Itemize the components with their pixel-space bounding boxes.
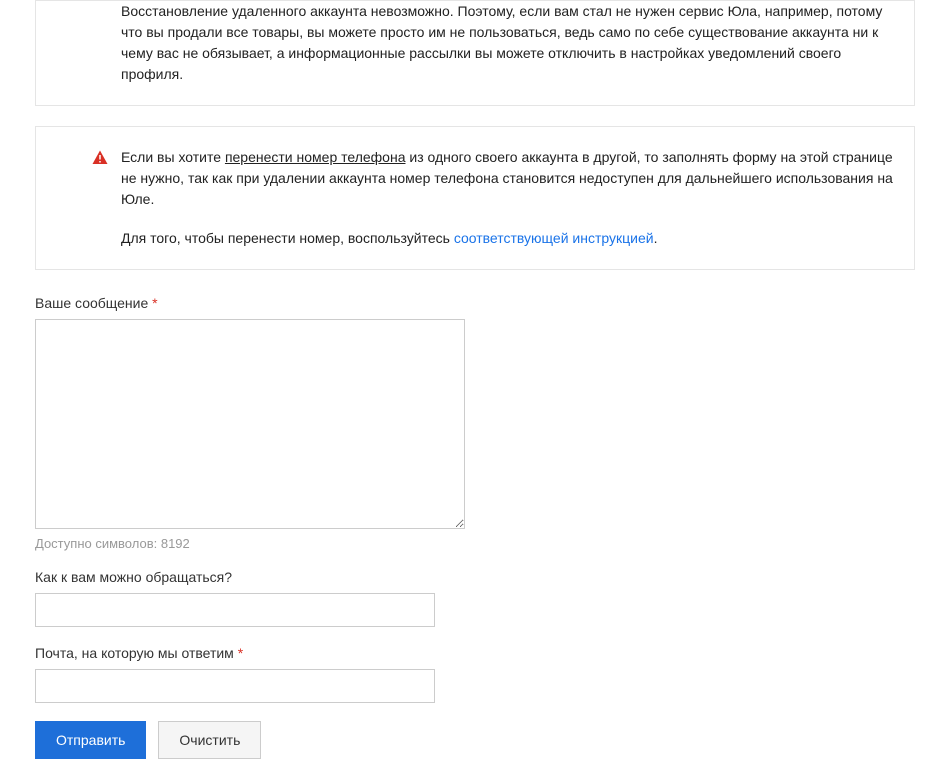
char-counter: Доступно символов: 8192 <box>35 536 915 551</box>
warning-icon <box>91 149 109 167</box>
warning-p1-underlined: перенести номер телефона <box>225 149 406 165</box>
message-form-group: Ваше сообщение * Доступно символов: 8192 <box>35 295 915 551</box>
clear-button[interactable]: Очистить <box>158 721 261 759</box>
instruction-link[interactable]: соответствующей инструкцией <box>454 230 654 246</box>
email-form-group: Почта, на которую мы ответим * <box>35 645 915 703</box>
name-form-group: Как к вам можно обращаться? <box>35 569 915 627</box>
message-textarea[interactable] <box>35 319 465 529</box>
warning-p2-prefix: Для того, чтобы перенести номер, восполь… <box>121 230 454 246</box>
char-counter-value: 8192 <box>161 536 190 551</box>
warning-paragraph-2: Для того, чтобы перенести номер, восполь… <box>121 228 894 249</box>
warning-p2-suffix: . <box>654 230 658 246</box>
name-label: Как к вам можно обращаться? <box>35 569 915 585</box>
submit-button[interactable]: Отправить <box>35 721 146 759</box>
message-label-text: Ваше сообщение <box>35 295 148 311</box>
required-mark: * <box>238 645 243 661</box>
info-text: Восстановление удаленного аккаунта невоз… <box>121 1 894 85</box>
warning-p1-prefix: Если вы хотите <box>121 149 225 165</box>
button-row: Отправить Очистить <box>35 721 915 759</box>
message-label: Ваше сообщение * <box>35 295 915 311</box>
email-label: Почта, на которую мы ответим * <box>35 645 915 661</box>
warning-box: Если вы хотите перенести номер телефона … <box>35 126 915 270</box>
info-box: Восстановление удаленного аккаунта невоз… <box>35 0 915 106</box>
char-counter-prefix: Доступно символов: <box>35 536 161 551</box>
required-mark: * <box>152 295 157 311</box>
email-label-text: Почта, на которую мы ответим <box>35 645 234 661</box>
name-input[interactable] <box>35 593 435 627</box>
email-input[interactable] <box>35 669 435 703</box>
warning-paragraph-1: Если вы хотите перенести номер телефона … <box>121 147 894 210</box>
